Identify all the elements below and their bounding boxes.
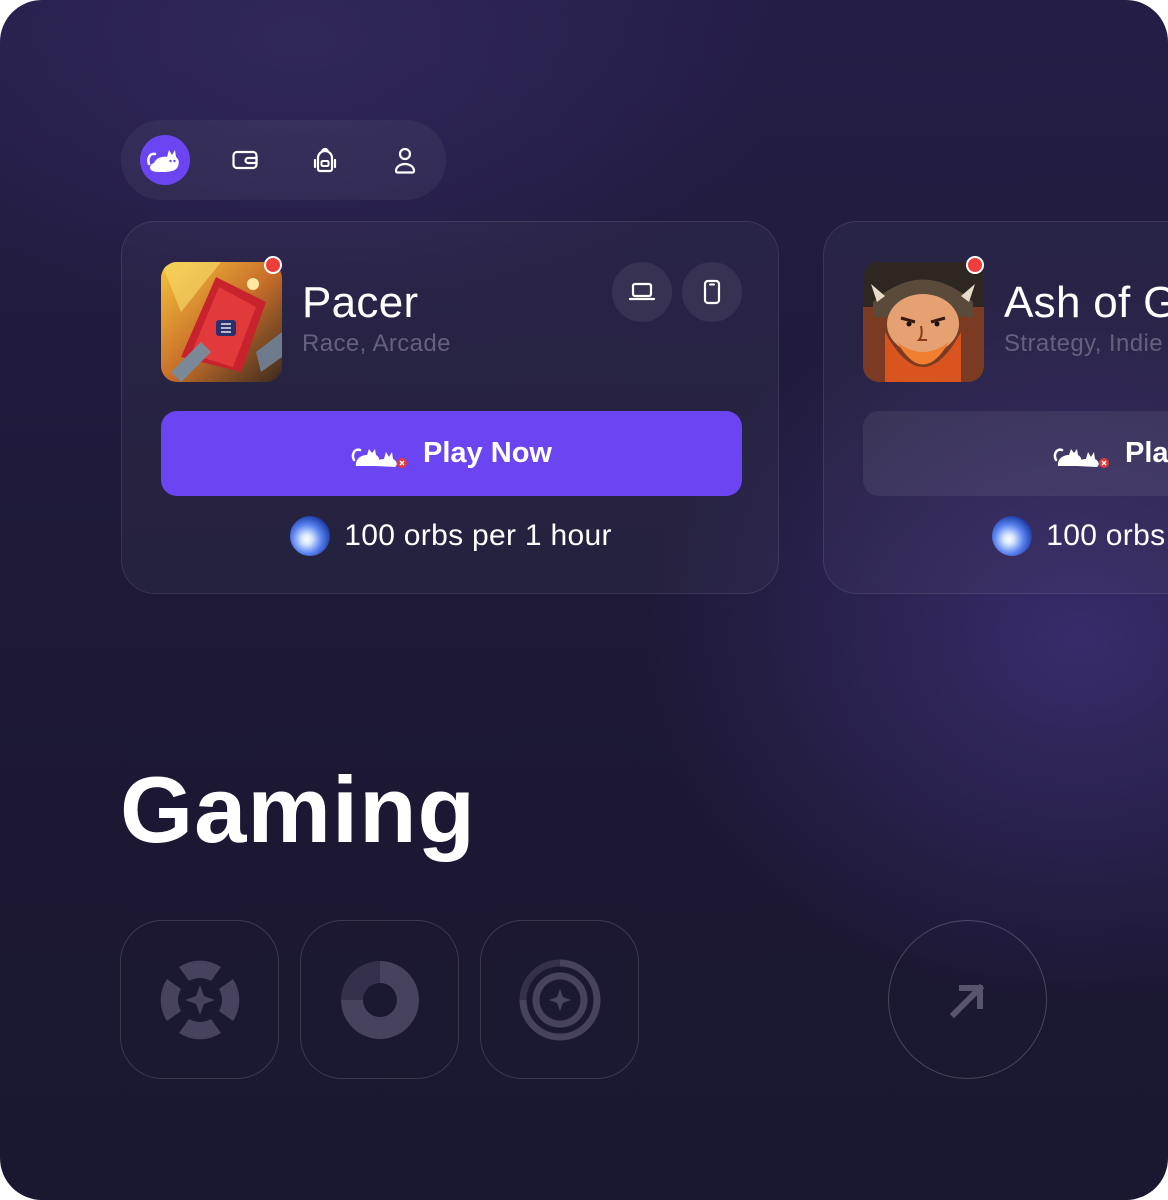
laptop-icon xyxy=(628,282,656,301)
quad-diamond-icon xyxy=(160,960,239,1039)
play-now-label: Play Now xyxy=(1125,437,1168,469)
platform-desktop-button[interactable] xyxy=(612,262,672,322)
orb-icon xyxy=(290,516,331,556)
nav-profile[interactable] xyxy=(380,135,430,185)
game-card-pacer[interactable]: Pacer Race, Arcade Play Now 100 orbs per… xyxy=(121,221,779,594)
game-title: Pacer xyxy=(302,278,419,327)
nav-bar xyxy=(121,120,446,200)
reward-info: 100 orbs per 1 hour xyxy=(824,516,1168,556)
app-frame: Pacer Race, Arcade Play Now 100 orbs per… xyxy=(0,0,1168,1200)
cats-mascot-icon xyxy=(1053,447,1110,468)
cat-logo-icon xyxy=(147,150,179,172)
nav-home[interactable] xyxy=(140,135,190,185)
live-indicator xyxy=(264,256,282,274)
game-thumbnail-ash-of-gods xyxy=(863,262,984,382)
nav-wallet[interactable] xyxy=(220,135,270,185)
backpack-icon xyxy=(313,147,337,173)
cats-mascot-icon xyxy=(351,447,408,468)
play-now-button[interactable]: Play Now xyxy=(863,411,1168,496)
play-now-button[interactable]: Play Now xyxy=(161,411,742,496)
play-now-label: Play Now xyxy=(423,437,552,469)
game-thumbnail-pacer xyxy=(161,262,282,382)
ecosystem-tile-2[interactable] xyxy=(300,920,459,1079)
user-icon xyxy=(394,147,416,174)
orb-icon xyxy=(992,516,1033,556)
live-indicator xyxy=(966,256,984,274)
arrow-up-right-icon xyxy=(949,983,984,1018)
ecosystem-tile-1[interactable] xyxy=(120,920,279,1079)
reward-info: 100 orbs per 1 hour xyxy=(122,516,780,556)
section-heading: Gaming xyxy=(120,757,476,862)
phone-icon xyxy=(703,279,721,305)
reward-text: 100 orbs per 1 hour xyxy=(344,519,612,552)
concentric-rings-icon xyxy=(519,959,600,1040)
game-genre: Strategy, Indie xyxy=(1004,330,1163,357)
platform-mobile-button[interactable] xyxy=(682,262,742,322)
swirl-icon xyxy=(340,960,419,1039)
game-title: Ash of Gods xyxy=(1004,278,1168,327)
reward-text: 100 orbs per 1 hour xyxy=(1046,519,1168,552)
nav-inventory[interactable] xyxy=(300,135,350,185)
ecosystem-tile-3[interactable] xyxy=(480,920,639,1079)
explore-arrow-button[interactable] xyxy=(888,920,1047,1079)
game-card-ash-of-gods[interactable]: Ash of Gods Strategy, Indie Play Now 100… xyxy=(823,221,1168,594)
wallet-icon xyxy=(232,150,258,170)
game-genre: Race, Arcade xyxy=(302,330,451,357)
